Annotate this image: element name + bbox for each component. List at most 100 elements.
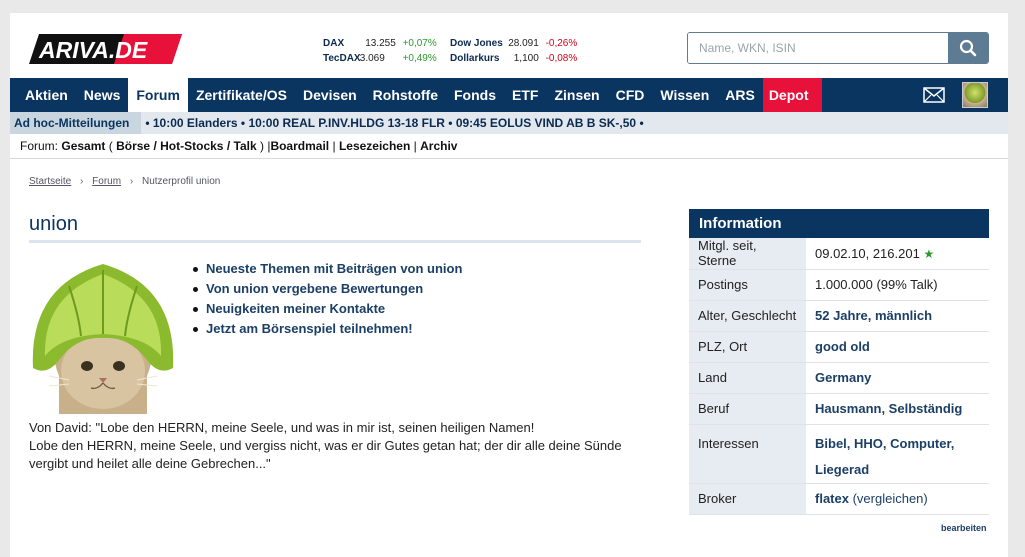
info-table: Mitgl. seit, Sterne 09.02.10, 216.201 ★ … — [689, 238, 989, 515]
search-icon — [959, 39, 977, 57]
quote-dollarkurs[interactable]: Dollarkurs 1,100 -0,08% — [450, 51, 577, 66]
quote-change: -0,26% — [545, 38, 578, 49]
slash-2: / — [226, 139, 231, 153]
forum-link-lesezeichen[interactable]: Lesezeichen — [339, 139, 410, 153]
info-panel: Information Mitgl. seit, Sterne 09.02.10… — [689, 209, 989, 515]
info-row: Beruf Hausmann, Selbständig — [689, 393, 989, 425]
info-value-postings: 1.000.000 (99% Talk) — [806, 269, 989, 301]
nav-depot[interactable]: Depot — [762, 78, 823, 112]
quote-tecdax[interactable]: TecDAX 3.069 +0,49% — [323, 51, 437, 66]
info-row: Postings 1.000.000 (99% Talk) — [689, 269, 989, 301]
quote-value: 3.069 — [359, 53, 385, 64]
paren-open: ( — [108, 139, 113, 153]
quote-name: Dow Jones — [450, 38, 503, 49]
chevron-right-icon: › — [80, 176, 84, 187]
quote-dowjones[interactable]: Dow Jones 28.091 -0,26% — [450, 36, 577, 51]
ariva-logo[interactable]: ARIVA.DE — [29, 33, 182, 65]
ticker-label[interactable]: Ad hoc-Mitteilungen — [10, 112, 142, 134]
info-row: Land Germany — [689, 362, 989, 394]
info-title: Information — [689, 209, 989, 238]
page-title: union — [29, 213, 641, 243]
nav-ars[interactable]: ARS — [717, 78, 763, 112]
profile-quote: Von David: "Lobe den HERRN, meine Seele,… — [29, 419, 629, 473]
logo-text: ARIVA.DE — [38, 37, 148, 63]
search-input[interactable] — [688, 33, 948, 63]
info-label: Beruf — [689, 393, 806, 425]
link-ratings[interactable]: Von union vergebene Bewertungen — [192, 279, 462, 299]
info-label: Land — [689, 362, 806, 394]
info-value-broker[interactable]: flatex — [815, 491, 849, 506]
info-value-member: 09.02.10, 216.201 ★ — [806, 238, 989, 270]
info-value-land[interactable]: Germany — [815, 370, 871, 385]
search-button[interactable] — [948, 33, 988, 63]
info-row: Broker flatex (vergleichen) — [689, 483, 989, 515]
info-label: PLZ, Ort — [689, 331, 806, 363]
link-newest-topics[interactable]: Neueste Themen mit Beiträgen von union — [192, 259, 462, 279]
quote-name: Dollarkurs — [450, 53, 500, 64]
quote-line-1: Von David: "Lobe den HERRN, meine Seele,… — [29, 420, 535, 435]
nav-rohstoffe[interactable]: Rohstoffe — [365, 78, 446, 112]
breadcrumb-forum[interactable]: Forum — [92, 176, 121, 187]
nav-aktien[interactable]: Aktien — [10, 78, 76, 112]
breadcrumb-home[interactable]: Startseite — [29, 176, 71, 187]
forum-link-hotstocks[interactable]: Hot-Stocks — [160, 139, 223, 153]
forum-link-archiv[interactable]: Archiv — [420, 139, 457, 153]
quote-name: TecDAX — [323, 53, 361, 64]
chevron-right-icon: › — [129, 176, 134, 187]
nav-zinsen[interactable]: Zinsen — [546, 78, 607, 112]
slash-1: / — [153, 139, 157, 153]
nav-fonds[interactable]: Fonds — [446, 78, 504, 112]
forum-link-talk[interactable]: Talk — [234, 139, 257, 153]
quote-dax[interactable]: DAX 13.255 +0,07% — [323, 36, 437, 51]
info-value-interessen[interactable]: Bibel, HHO, Computer, Liegerad — [815, 436, 954, 477]
user-avatar[interactable] — [962, 82, 988, 108]
info-value-plz[interactable]: good old — [815, 339, 870, 354]
member-since: 09.02.10, 216.201 — [815, 245, 920, 261]
pipe-3: | — [413, 139, 417, 153]
nav-forum[interactable]: Forum — [128, 78, 188, 112]
nav-devisen[interactable]: Devisen — [295, 78, 365, 112]
mail-icon[interactable] — [923, 87, 945, 103]
breadcrumb-current: Nutzerprofil union — [141, 176, 221, 187]
nav-zertifikate[interactable]: Zertifikate/OS — [188, 78, 295, 112]
quote-line-2: Lobe den HERRN, meine Seele, und vergiss… — [29, 438, 622, 471]
info-label: Interessen — [689, 424, 806, 484]
quote-value: 13.255 — [365, 38, 396, 49]
forum-link-gesamt[interactable]: Gesamt — [61, 139, 105, 153]
forum-link-boerse[interactable]: Börse — [116, 139, 150, 153]
breadcrumb: Startseite › Forum › Nutzerprofil union — [29, 176, 220, 187]
nav-cfd[interactable]: CFD — [608, 78, 653, 112]
quotes-left: DAX 13.255 +0,07% TecDAX 3.069 +0,49% — [323, 36, 437, 66]
info-label: Mitgl. seit, Sterne — [689, 238, 806, 270]
quote-change: -0,08% — [545, 53, 578, 64]
info-label: Alter, Geschlecht — [689, 300, 806, 332]
nav-etf[interactable]: ETF — [504, 78, 546, 112]
search-box — [687, 32, 989, 64]
info-label: Postings — [689, 269, 806, 301]
quote-change: +0,07% — [402, 38, 437, 49]
info-row: PLZ, Ort good old — [689, 331, 989, 363]
profile-avatar — [29, 256, 177, 414]
profile-links: Neueste Themen mit Beiträgen von union V… — [192, 259, 462, 339]
forum-link-boardmail[interactable]: Boardmail — [270, 139, 329, 153]
forum-prefix: Forum: — [20, 139, 59, 153]
quote-name: DAX — [323, 38, 345, 49]
info-row: Mitgl. seit, Sterne 09.02.10, 216.201 ★ — [689, 238, 989, 270]
link-boersenspiel[interactable]: Jetzt am Börsenspiel teilnehmen! — [192, 319, 462, 339]
quote-change: +0,49% — [402, 53, 437, 64]
info-row: Interessen Bibel, HHO, Computer, Liegera… — [689, 424, 989, 484]
info-value-beruf[interactable]: Hausmann, Selbständig — [815, 401, 962, 416]
main-nav: Aktien News Forum Zertifikate/OS Devisen… — [10, 78, 1008, 112]
link-contacts-news[interactable]: Neuigkeiten meiner Kontakte — [192, 299, 462, 319]
broker-compare-link[interactable]: (vergleichen) — [853, 491, 928, 506]
forum-subnav: Forum: Gesamt ( Börse / Hot-Stocks / Tal… — [10, 134, 1008, 159]
info-value-age[interactable]: 52 Jahre, männlich — [815, 308, 932, 323]
edit-link[interactable]: bearbeiten — [941, 523, 987, 533]
paren-close: ) — [259, 139, 264, 153]
ticker-news[interactable]: • 10:00 Elanders • 10:00 REAL P.INV.HLDG… — [141, 116, 643, 130]
pipe-2: | — [332, 139, 336, 153]
nav-wissen[interactable]: Wissen — [652, 78, 717, 112]
info-row: Alter, Geschlecht 52 Jahre, männlich — [689, 300, 989, 332]
info-label: Broker — [689, 483, 806, 515]
nav-news[interactable]: News — [76, 78, 129, 112]
